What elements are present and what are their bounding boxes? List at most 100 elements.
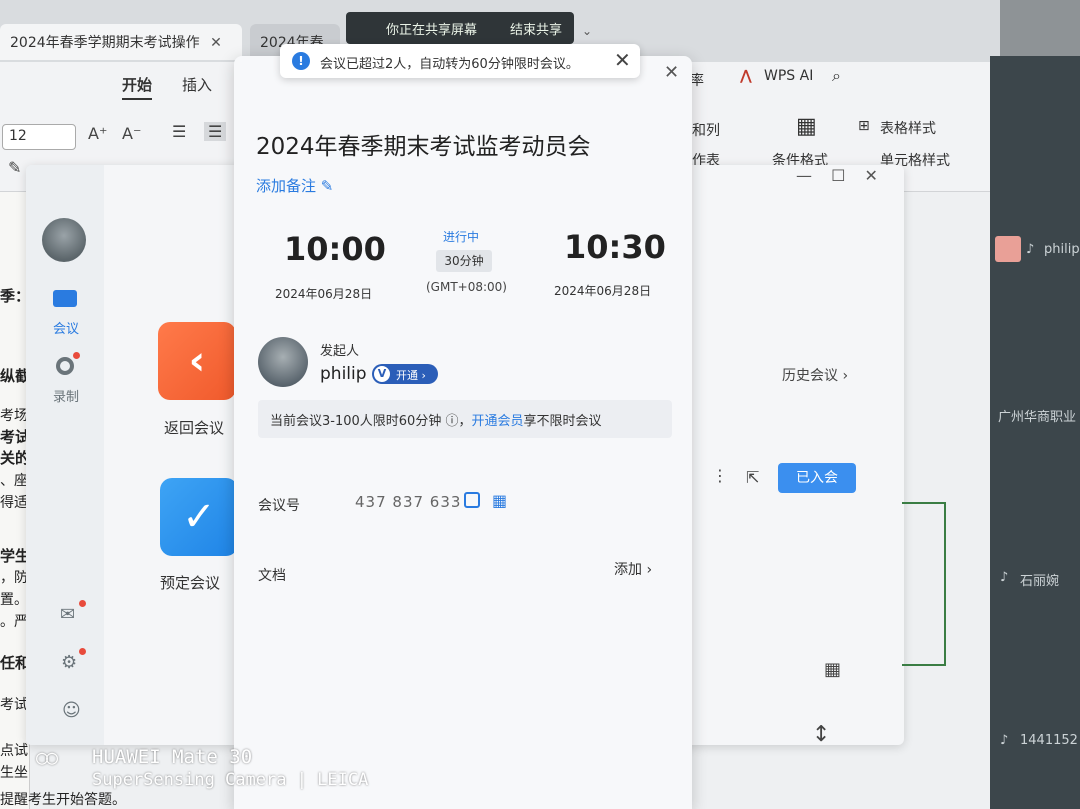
info-icon: ! bbox=[292, 52, 310, 70]
vip-activate-label: 开通 › bbox=[396, 369, 426, 382]
host-name: philip bbox=[320, 364, 367, 384]
doc-text-line: 考场 bbox=[0, 408, 28, 424]
doc-text-line: 。严 bbox=[0, 614, 28, 630]
participant-video-panel bbox=[990, 56, 1080, 809]
host-avatar bbox=[258, 337, 308, 387]
avatar[interactable] bbox=[42, 218, 86, 262]
mic-icon: ♪ bbox=[1000, 570, 1009, 585]
align-center-icon[interactable]: ☰ bbox=[204, 122, 227, 141]
time-limit-suffix: 享不限时会议 bbox=[523, 414, 602, 429]
start-date: 2024年06月28日 bbox=[275, 287, 373, 301]
wps-ai-button[interactable]: WPS AI bbox=[764, 68, 813, 84]
settings-icon[interactable]: ⚙ bbox=[61, 652, 77, 673]
back-to-meeting-label[interactable]: 返回会议 bbox=[164, 417, 224, 438]
resize-handle-icon[interactable]: ↕ bbox=[812, 722, 830, 747]
end-time: 10:30 bbox=[564, 228, 666, 266]
ribbon-item-rate[interactable]: 率 bbox=[690, 70, 704, 90]
doc-text-line: 生坐 bbox=[0, 765, 28, 781]
close-icon[interactable]: ✕ bbox=[664, 62, 679, 83]
window-controls[interactable]: — ☐ ✕ bbox=[796, 166, 878, 185]
chevron-down-icon[interactable]: ⌄ bbox=[582, 24, 592, 38]
camera-watermark-lens: SuperSensing Camera | LEICA bbox=[92, 770, 369, 790]
chevron-left-icon: ‹ bbox=[188, 338, 206, 384]
doc-text-line: 置。 bbox=[0, 592, 28, 608]
table-grid-icon[interactable]: ▦ bbox=[796, 114, 817, 139]
camera-watermark-model: HUAWEI Mate 30 bbox=[92, 746, 253, 768]
notification-dot bbox=[79, 648, 86, 655]
nav-record-label[interactable]: 录制 bbox=[53, 386, 79, 405]
end-date: 2024年06月28日 bbox=[554, 284, 652, 298]
vip-activate-badge[interactable]: V 开通 › bbox=[372, 364, 438, 384]
more-options-icon[interactable]: ⋮ bbox=[712, 466, 728, 485]
camera-logo-icon: ○○ bbox=[36, 745, 58, 769]
participant-name: 石丽婉 bbox=[1020, 574, 1060, 589]
documents-label: 文档 bbox=[258, 568, 286, 584]
sharing-status: 你正在共享屏幕 bbox=[386, 23, 478, 38]
qr-code-icon[interactable]: ▦ bbox=[492, 491, 507, 510]
meeting-id-value: 437 837 633 bbox=[355, 493, 462, 511]
calendar-add-icon[interactable]: ▦ bbox=[824, 659, 841, 680]
vip-icon: V bbox=[374, 366, 390, 382]
timezone-label: (GMT+08:00) bbox=[426, 280, 507, 294]
host-caption: 发起人 bbox=[320, 344, 360, 359]
book-meeting-label[interactable]: 预定会议 bbox=[160, 572, 220, 593]
toast-message: 会议已超过2人，自动转为60分钟限时会议。 bbox=[320, 57, 579, 72]
table-style-icon[interactable]: ⊞ bbox=[858, 118, 870, 134]
font-grow-icon[interactable]: A⁺ bbox=[88, 124, 107, 143]
search-icon[interactable]: ⌕ bbox=[832, 66, 841, 86]
font-shrink-icon[interactable]: A⁻ bbox=[122, 124, 141, 143]
share-icon[interactable]: ⇱ bbox=[746, 468, 759, 487]
format-painter-icon[interactable]: ✎ bbox=[8, 158, 21, 177]
joined-button[interactable]: 已入会 bbox=[778, 463, 856, 493]
participant-name: philip bbox=[1044, 242, 1080, 257]
check-icon: ✓ bbox=[182, 494, 216, 540]
add-note-button[interactable]: 添加备注 ✎ bbox=[256, 175, 333, 196]
selection-frame bbox=[902, 502, 946, 666]
time-limit-prefix: 当前会议3-100人限时60分钟 ⓘ， bbox=[270, 414, 472, 429]
ribbon-tab-start[interactable]: 开始 bbox=[122, 74, 153, 100]
doc-text-line: 点试 bbox=[0, 743, 28, 759]
time-limit-notice: 当前会议3-100人限时60分钟 ⓘ，开通会员享不限时会议 bbox=[258, 400, 672, 438]
wps-doc-tab-1-label: 2024年春季学期期末考试操作 bbox=[10, 35, 200, 51]
stop-share-button[interactable]: 结束共享 bbox=[510, 19, 562, 38]
meeting-title: 2024年春季期末考试监考动员会 bbox=[256, 134, 591, 160]
screen-share-bar: 你正在共享屏幕 结束共享 bbox=[346, 12, 574, 44]
ribbon-rows-cols[interactable]: 和列 bbox=[692, 120, 720, 140]
participant-name: 1441152 bbox=[1020, 733, 1078, 748]
record-icon[interactable] bbox=[56, 357, 74, 375]
participant-name: 广州华商职业 bbox=[998, 410, 1077, 425]
mic-icon: ♪ bbox=[1026, 242, 1035, 257]
book-meeting-button[interactable]: ✓ bbox=[160, 478, 238, 556]
participant-avatar bbox=[995, 236, 1021, 262]
back-to-meeting-button[interactable]: ‹ bbox=[158, 322, 236, 400]
wps-ai-logo-icon: ⋀ bbox=[740, 68, 752, 84]
history-meetings-link[interactable]: 历史会议 › bbox=[782, 365, 848, 385]
time-limit-text: 当前会议3-100人限时60分钟 ⓘ，开通会员享不限时会议 bbox=[270, 410, 601, 429]
doc-text-line: 得适 bbox=[0, 495, 28, 511]
close-icon[interactable]: ✕ bbox=[210, 35, 222, 51]
doc-text-line: 、座 bbox=[0, 473, 28, 489]
copy-icon[interactable] bbox=[464, 492, 480, 508]
add-document-button[interactable]: 添加 › bbox=[614, 559, 652, 579]
become-member-link[interactable]: 开通会员 bbox=[471, 414, 523, 429]
font-size-select[interactable]: 12 bbox=[2, 124, 76, 150]
close-icon[interactable]: ✕ bbox=[614, 48, 631, 72]
doc-text-line: 考试 bbox=[0, 697, 28, 713]
duration-badge: 30分钟 bbox=[436, 250, 492, 272]
ribbon-table-style[interactable]: 表格样式 bbox=[880, 118, 936, 138]
doc-text-line: ，防 bbox=[0, 570, 28, 586]
mic-icon: ♪ bbox=[1000, 733, 1009, 748]
status-badge: 进行中 bbox=[443, 230, 480, 244]
align-left-icon[interactable]: ☰ bbox=[172, 122, 186, 141]
meeting-id-label: 会议号 bbox=[258, 498, 300, 514]
wps-doc-tab-1[interactable]: 2024年春季学期期末考试操作 ✕ bbox=[0, 24, 242, 60]
mail-icon[interactable]: ✉ bbox=[60, 604, 75, 625]
video-camera-icon[interactable] bbox=[53, 290, 77, 307]
notification-dot bbox=[73, 352, 80, 359]
notification-dot bbox=[79, 600, 86, 607]
doc-text-line: 提醒考生开始答题。 bbox=[0, 792, 126, 808]
notification-toast: ! 会议已超过2人，自动转为60分钟限时会议。 ✕ bbox=[280, 44, 640, 78]
nav-meeting-label[interactable]: 会议 bbox=[53, 318, 79, 337]
ribbon-tab-insert[interactable]: 插入 bbox=[182, 74, 212, 95]
contacts-icon[interactable]: ☺ bbox=[62, 700, 81, 721]
